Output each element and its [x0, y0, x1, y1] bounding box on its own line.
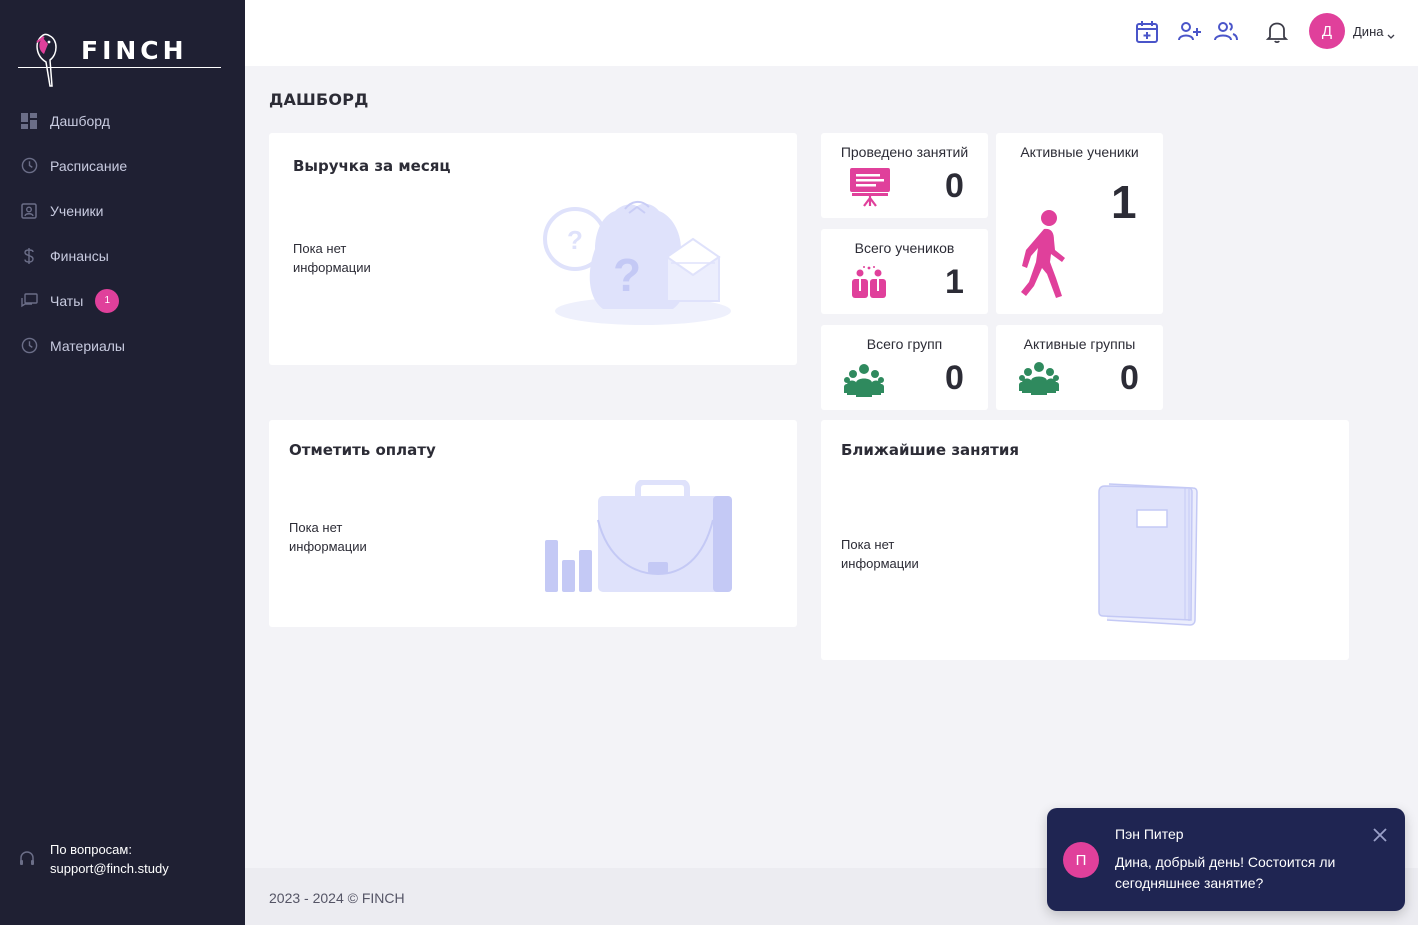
stat-total-students-card: Всего учеников 1: [821, 229, 988, 314]
chat-notification-toast[interactable]: П Пэн Питер Дина, добрый день! Состоится…: [1047, 808, 1405, 911]
payment-empty-text: Пока нет информации: [289, 520, 367, 554]
sidebar-item-label: Дашборд: [50, 112, 110, 129]
sidebar-item-dashboard[interactable]: Дашборд: [0, 98, 245, 143]
group-icon: [844, 364, 884, 397]
stat-active-groups-card: Активные группы 0: [996, 325, 1163, 410]
topbar: Д Дина: [245, 0, 1418, 66]
presentation-board-icon: [850, 168, 890, 207]
svg-text:?: ?: [567, 225, 583, 255]
sidebar-item-label: Расписание: [50, 157, 128, 174]
stat-total-groups-label: Всего групп: [866, 336, 943, 352]
page-title: ДАШБОРД: [269, 90, 369, 109]
sidebar-item-schedule[interactable]: Расписание: [0, 143, 245, 188]
close-icon[interactable]: [1371, 826, 1389, 844]
user-name[interactable]: Дина: [1353, 24, 1383, 39]
headset-icon: [18, 850, 36, 868]
revenue-card: Выручка за месяц Пока нет информации ? ?: [269, 133, 797, 365]
revenue-card-title: Выручка за месяц: [293, 157, 451, 175]
upcoming-lessons-card: Ближайшие занятия Пока нет информации: [821, 420, 1349, 660]
stat-total-students-label: Всего учеников: [854, 240, 955, 256]
sidebar-item-label: Чаты: [50, 292, 84, 309]
stat-active-students-card: Активные ученики 1: [996, 133, 1163, 314]
support-email[interactable]: support@finch.study: [50, 859, 169, 878]
revenue-empty-text: Пока нет информации: [293, 241, 371, 275]
stat-total-groups-card: Всего групп 0: [821, 325, 988, 410]
sidebar-item-finance[interactable]: Финансы: [0, 233, 245, 278]
upcoming-empty-text: Пока нет информации: [841, 537, 919, 571]
stat-active-students-label: Активные ученики: [1020, 144, 1139, 160]
unread-badge: 1: [95, 288, 120, 313]
clock-icon: [20, 157, 38, 175]
stat-total-students-value: 1: [945, 263, 964, 301]
stat-active-groups-label: Активные группы: [1023, 336, 1136, 352]
support-label: По вопросам:: [50, 842, 132, 857]
add-user-icon[interactable]: [1176, 19, 1202, 45]
chevron-down-icon[interactable]: [1387, 27, 1395, 45]
stat-lessons-label: Проведено занятий: [840, 144, 969, 160]
sidebar-item-label: Ученики: [50, 202, 104, 219]
support-block: По вопросам: support@finch.study: [18, 840, 169, 878]
sidebar-nav: Дашборд Расписание Ученики Финансы Чаты: [0, 98, 245, 368]
stat-lessons-value: 0: [945, 167, 964, 205]
logo-text: FINCH: [81, 36, 188, 65]
walking-person-icon: [1021, 210, 1065, 298]
stat-total-groups-value: 0: [945, 359, 964, 397]
stat-lessons-card: Проведено занятий 0: [821, 133, 988, 218]
dollar-icon: [20, 247, 38, 265]
sender-avatar: П: [1063, 842, 1099, 878]
sidebar-item-students[interactable]: Ученики: [0, 188, 245, 233]
student-icon: [20, 202, 38, 220]
clock-icon: [20, 337, 38, 355]
sidebar: FINCH Дашборд Расписание Ученики Финансы…: [0, 0, 245, 925]
finch-bird-icon: [36, 33, 57, 87]
money-bag-illustration: ? ?: [543, 201, 731, 325]
chat-icon: [20, 292, 38, 310]
logo-underline: [18, 67, 221, 68]
students-pair-icon: [852, 266, 886, 298]
sender-name: Пэн Питер: [1115, 826, 1184, 842]
payment-card-title: Отметить оплату: [289, 441, 436, 459]
stat-active-groups-value: 0: [1120, 359, 1139, 397]
dashboard-icon: [20, 112, 38, 130]
sidebar-item-label: Финансы: [50, 247, 109, 264]
calendar-add-icon[interactable]: [1134, 19, 1160, 45]
group-icon: [1019, 362, 1059, 395]
message-text: Дина, добрый день! Состоится ли сегодняш…: [1115, 854, 1336, 891]
sidebar-item-chats[interactable]: Чаты 1: [0, 278, 245, 323]
user-avatar[interactable]: Д: [1309, 13, 1345, 49]
notebook-illustration: [1098, 483, 1198, 626]
footer-copyright: 2023 - 2024 © FINCH: [269, 890, 405, 906]
stat-active-students-value: 1: [1111, 176, 1137, 228]
upcoming-card-title: Ближайшие занятия: [841, 441, 1019, 459]
sidebar-item-label: Материалы: [50, 337, 125, 354]
logo[interactable]: FINCH: [18, 28, 221, 90]
sidebar-item-materials[interactable]: Материалы: [0, 323, 245, 368]
svg-text:?: ?: [613, 249, 641, 301]
briefcase-illustration: [545, 480, 732, 592]
payment-card[interactable]: Отметить оплату Пока нет информации: [269, 420, 797, 627]
users-icon[interactable]: [1213, 19, 1239, 45]
bell-icon[interactable]: [1264, 19, 1290, 45]
